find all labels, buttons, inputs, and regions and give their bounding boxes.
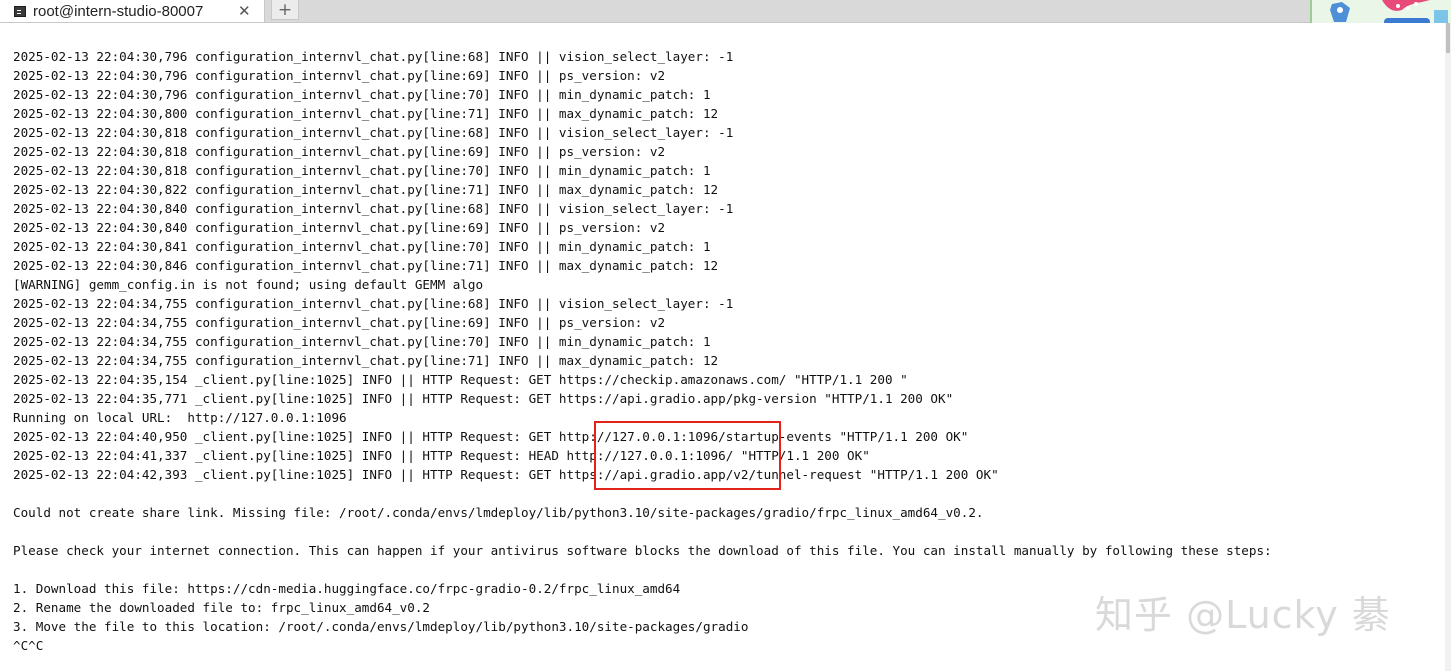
terminal-line: 2025-02-13 22:04:42,393 _client.py[line:…	[13, 467, 999, 482]
terminal-line: 2025-02-13 22:04:30,818 configuration_in…	[13, 144, 666, 159]
terminal-line: 2025-02-13 22:04:35,154 _client.py[line:…	[13, 372, 908, 387]
terminal-line: 2025-02-13 22:04:30,841 configuration_in…	[13, 239, 711, 254]
terminal-line: 2025-02-13 22:04:30,840 configuration_in…	[13, 220, 666, 235]
terminal-line: 2025-02-13 22:04:34,755 configuration_in…	[13, 315, 666, 330]
tab-title: root@intern-studio-80007	[33, 2, 204, 20]
vertical-scrollbar[interactable]	[1445, 23, 1451, 671]
terminal-log: 2025-02-13 22:04:30,796 configuration_in…	[13, 47, 1272, 655]
terminal-line: 2025-02-13 22:04:30,822 configuration_in…	[13, 182, 719, 197]
terminal-line: 2025-02-13 22:04:30,796 configuration_in…	[13, 68, 666, 83]
tab-bar: root@intern-studio-80007 ✕ +	[0, 0, 1451, 23]
terminal-line: 2025-02-13 22:04:41,337 _client.py[line:…	[13, 448, 870, 463]
terminal-line: 2025-02-13 22:04:30,840 configuration_in…	[13, 201, 734, 216]
terminal-line: 2025-02-13 22:04:30,818 configuration_in…	[13, 163, 711, 178]
scrollbar-thumb[interactable]	[1446, 23, 1450, 53]
terminal-tab[interactable]: root@intern-studio-80007 ✕	[0, 0, 265, 22]
terminal-line: 2025-02-13 22:04:34,755 configuration_in…	[13, 334, 711, 349]
close-icon[interactable]: ✕	[238, 2, 251, 20]
terminal-line: 2025-02-13 22:04:35,771 _client.py[line:…	[13, 391, 954, 406]
terminal-line: Could not create share link. Missing fil…	[13, 505, 984, 520]
terminal-line: 1. Download this file: https://cdn-media…	[13, 581, 681, 596]
terminal-line: Please check your internet connection. T…	[13, 543, 1272, 558]
terminal-line: 2025-02-13 22:04:34,755 configuration_in…	[13, 353, 719, 368]
new-tab-button[interactable]: +	[271, 0, 299, 20]
terminal-line: 2025-02-13 22:04:30,796 configuration_in…	[13, 49, 734, 64]
watermark: 知乎 @Lucky 綦	[1095, 593, 1391, 637]
terminal-line: Running on local URL: http://127.0.0.1:1…	[13, 410, 347, 425]
terminal-line: [WARNING] gemm_config.in is not found; u…	[13, 277, 484, 292]
terminal-line: ^C^C	[13, 638, 44, 653]
terminal-line: 2025-02-13 22:04:30,800 configuration_in…	[13, 106, 719, 121]
terminal-line: 2025-02-13 22:04:30,818 configuration_in…	[13, 125, 734, 140]
terminal-line: 2. Rename the downloaded file to: frpc_l…	[13, 600, 431, 615]
terminal-line: 2025-02-13 22:04:34,755 configuration_in…	[13, 296, 734, 311]
terminal-output[interactable]: 2025-02-13 22:04:30,796 configuration_in…	[0, 23, 1451, 671]
terminal-icon	[14, 5, 26, 17]
terminal-line: 3. Move the file to this location: /root…	[13, 619, 749, 634]
terminal-line: 2025-02-13 22:04:30,846 configuration_in…	[13, 258, 719, 273]
terminal-line: 2025-02-13 22:04:40,950 _client.py[line:…	[13, 429, 969, 444]
terminal-line: 2025-02-13 22:04:30,796 configuration_in…	[13, 87, 711, 102]
